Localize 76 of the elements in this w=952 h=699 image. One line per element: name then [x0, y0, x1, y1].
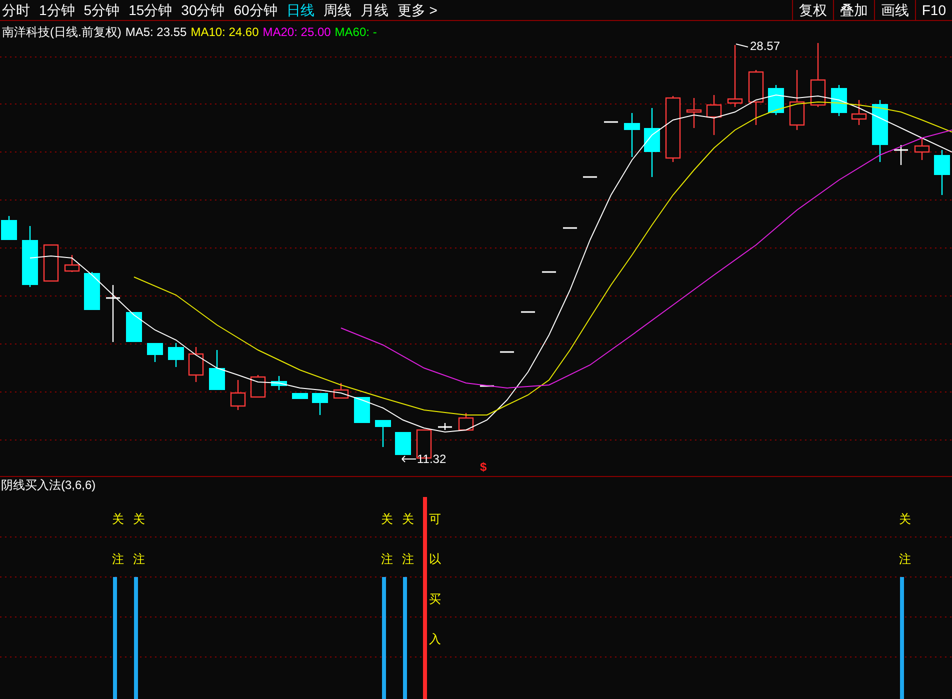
candlestick	[230, 380, 246, 410]
candlestick	[126, 312, 142, 342]
period-tab[interactable]: 日线	[286, 3, 314, 17]
signal-text: 关注	[112, 511, 124, 568]
period-tab[interactable]: 60分钟	[234, 3, 278, 17]
chart-title: 南洋科技(日线.前复权)	[2, 24, 122, 41]
candlestick	[64, 255, 80, 272]
moving-average-label: MA5: 23.55	[125, 24, 187, 41]
candlestick	[458, 413, 474, 431]
candlestick	[168, 343, 184, 367]
candlestick	[789, 70, 805, 130]
candlestick	[727, 45, 743, 107]
candlestick	[686, 98, 702, 128]
signal-marker: $	[480, 461, 487, 473]
candlestick	[209, 350, 225, 390]
candlestick	[500, 351, 514, 353]
indicator-title: 阴线买入法(3,6,6)	[1, 479, 96, 491]
candlestick	[851, 100, 867, 125]
candlestick	[914, 138, 930, 160]
candlestick	[604, 121, 618, 123]
candlestick	[395, 432, 411, 455]
candlestick	[438, 423, 452, 430]
candlestick	[106, 285, 120, 342]
candlestick	[43, 244, 59, 282]
candlestick	[644, 108, 660, 177]
signal-text: 关注	[133, 511, 145, 568]
candlestick	[250, 375, 266, 398]
toolbar-button[interactable]: 画线	[874, 0, 915, 20]
candlestick	[312, 393, 328, 415]
period-tab[interactable]: 月线	[360, 3, 388, 17]
moving-average-label: MA20: 25.00	[262, 24, 331, 41]
candlestick	[583, 176, 597, 178]
toolbar-button[interactable]: 叠加	[832, 0, 874, 20]
period-tab[interactable]: 1分钟	[39, 3, 75, 17]
candlestick	[563, 227, 577, 229]
signal-text: 关注	[381, 511, 393, 568]
candlestick	[542, 271, 556, 273]
moving-average-label: MA60: -	[334, 24, 377, 41]
candlestick	[934, 150, 950, 195]
period-tab[interactable]: 分时	[2, 3, 30, 17]
candlestick	[748, 70, 764, 125]
candlestick	[22, 226, 38, 287]
period-tab[interactable]: 15分钟	[128, 3, 172, 17]
candlestick	[147, 343, 163, 362]
candlestick	[665, 96, 681, 162]
candlestick	[84, 272, 100, 310]
candlestick	[1, 216, 17, 240]
signal-text: 可以买入	[429, 511, 441, 648]
candlestick	[894, 145, 908, 165]
candlestick	[872, 100, 888, 162]
candlestick	[375, 420, 391, 447]
period-tab[interactable]: 更多 >	[397, 3, 438, 17]
high-price-label: 28.57	[750, 40, 780, 52]
candlestick	[831, 85, 847, 116]
period-tab[interactable]: 30分钟	[181, 3, 225, 17]
leader-line	[402, 456, 416, 462]
candlestick	[271, 376, 287, 390]
candlestick	[333, 383, 349, 399]
candlestick	[188, 347, 204, 382]
candlestick	[810, 43, 826, 107]
leader-line	[736, 44, 748, 48]
signal-text: 关注	[402, 511, 414, 568]
candlestick	[706, 95, 722, 135]
candlestick	[768, 85, 784, 115]
candlestick	[521, 311, 535, 313]
candlestick	[480, 385, 494, 387]
low-price-label: 11.32	[417, 453, 446, 465]
toolbar-button[interactable]: F10	[914, 0, 952, 20]
period-tab[interactable]: 周线	[323, 3, 352, 17]
candlestick	[624, 113, 640, 157]
toolbar-button[interactable]: 复权	[792, 0, 833, 20]
period-tab[interactable]: 5分钟	[84, 3, 120, 17]
signal-text: 关注	[899, 511, 911, 568]
candlestick	[292, 393, 308, 399]
candlestick	[354, 397, 370, 423]
moving-average-label: MA10: 24.60	[190, 24, 259, 41]
